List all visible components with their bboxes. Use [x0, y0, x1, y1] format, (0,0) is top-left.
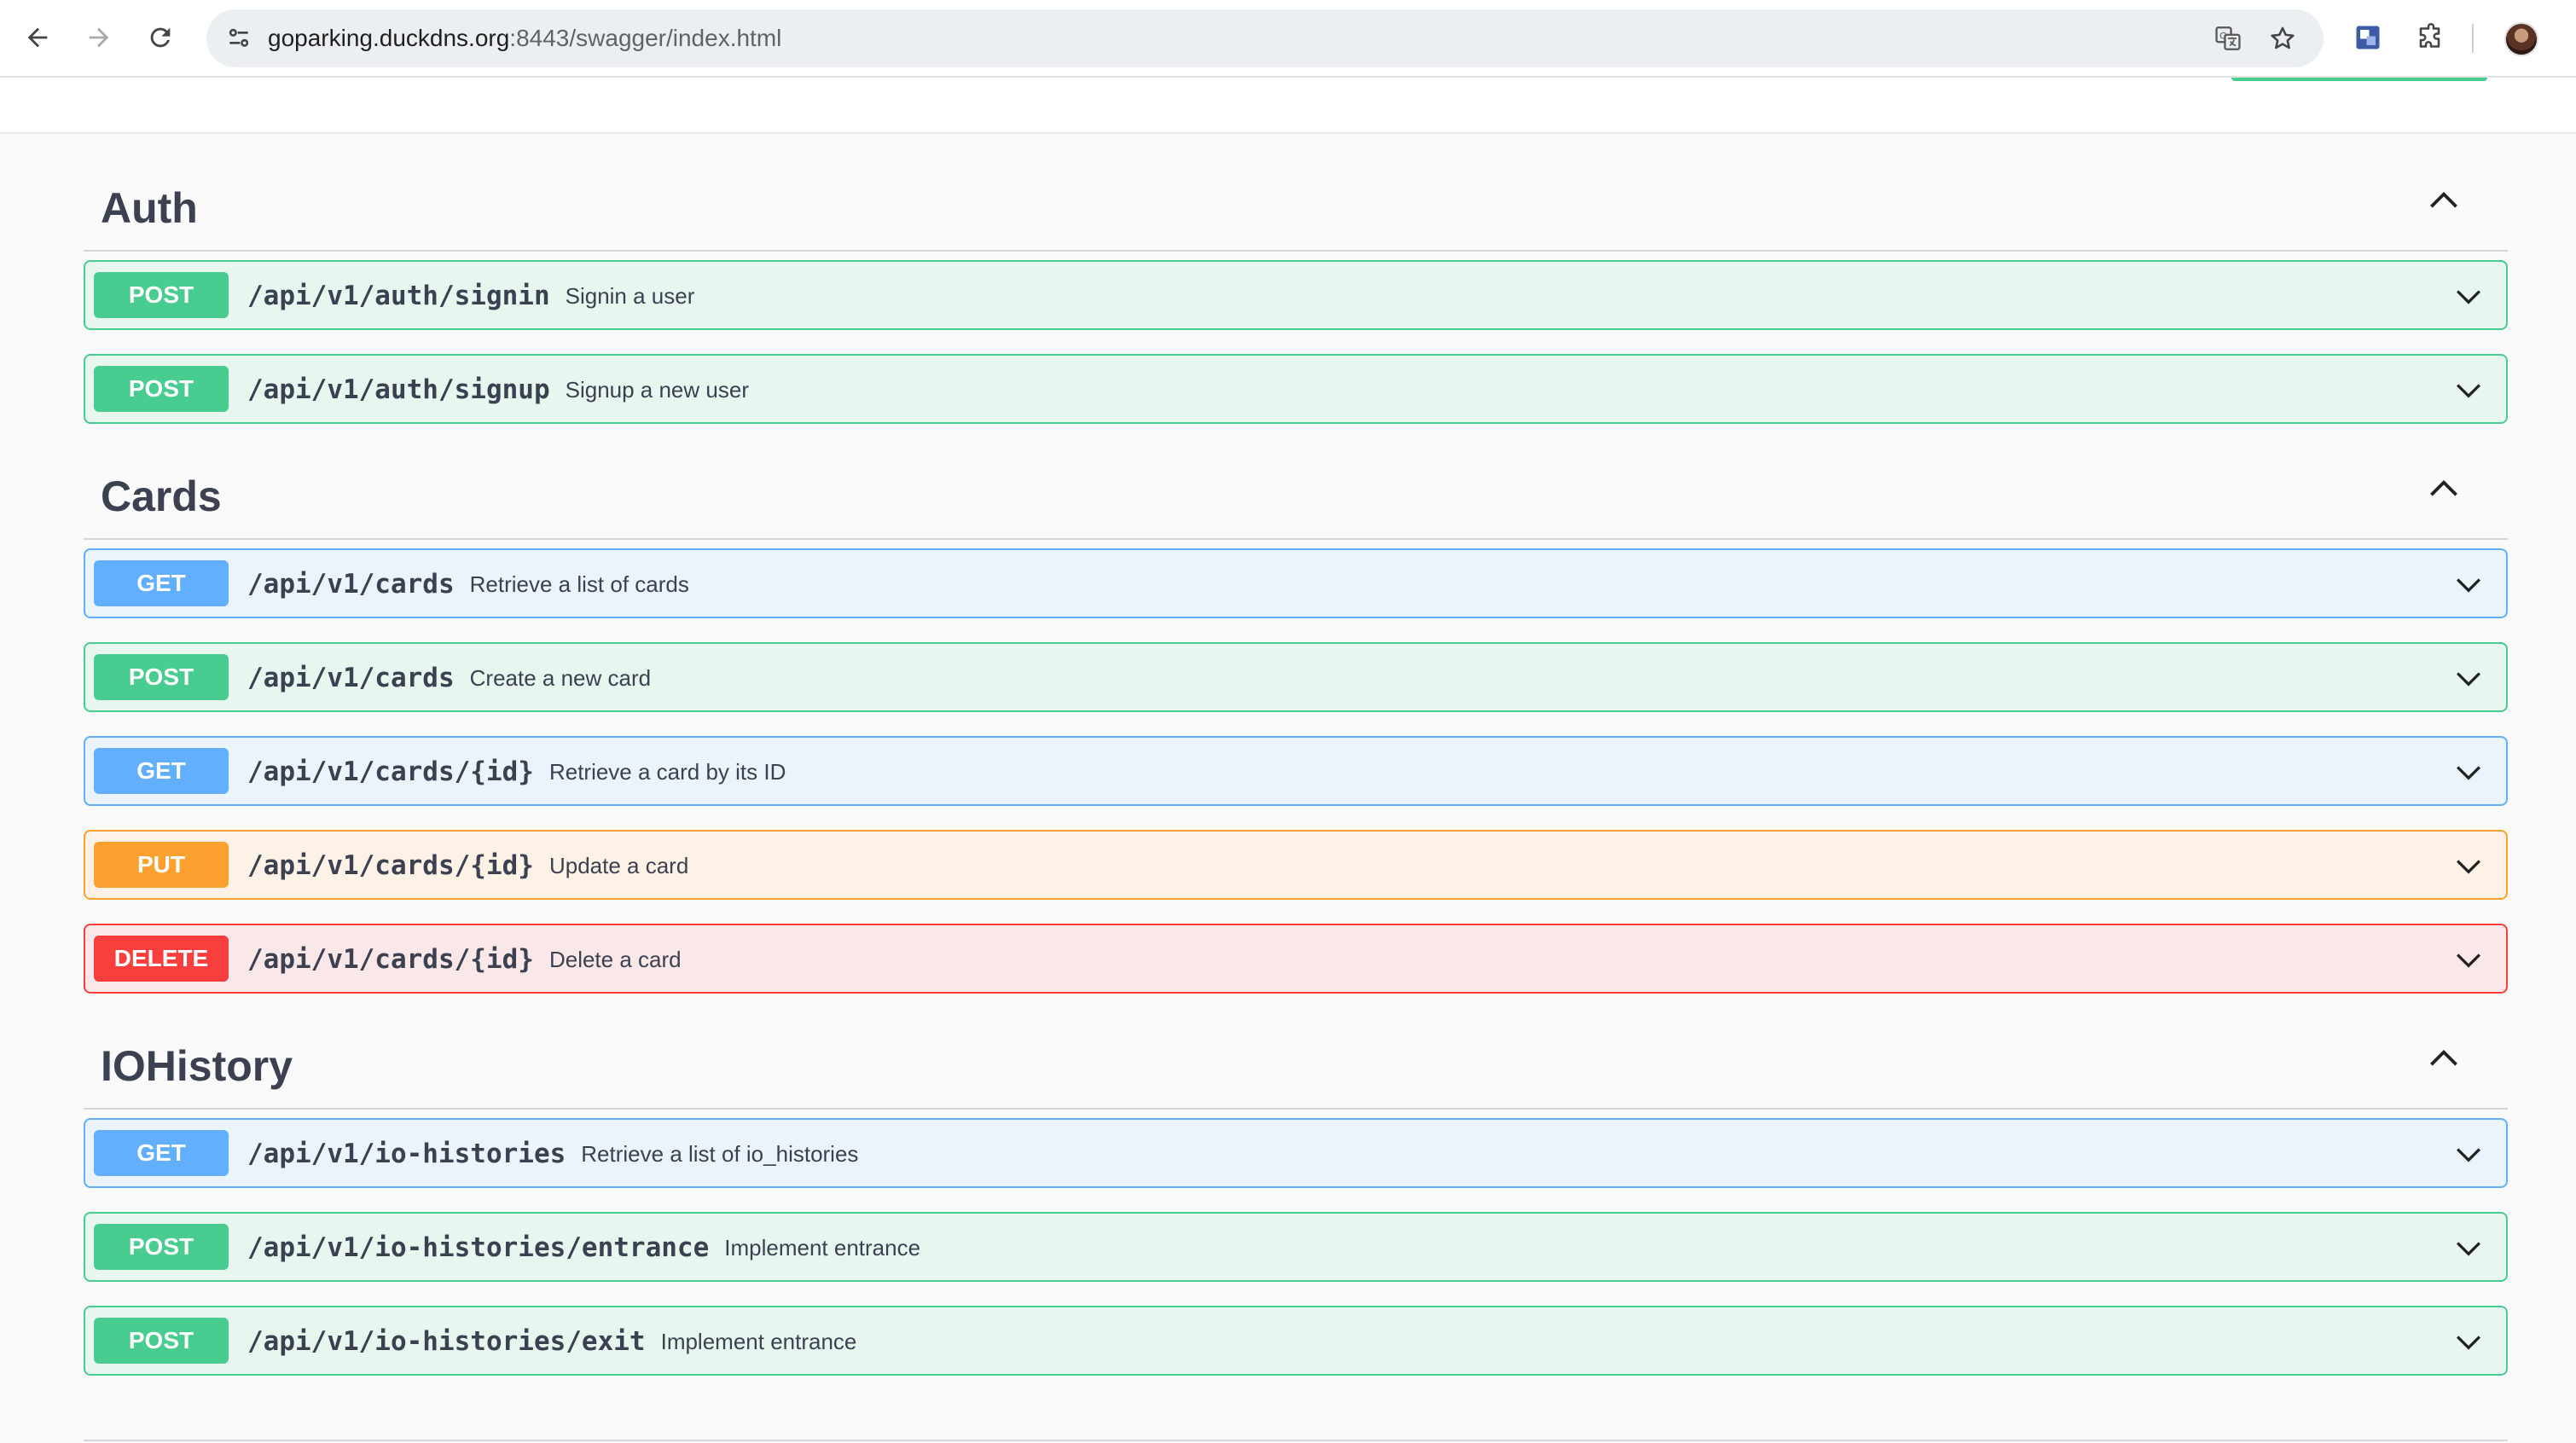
- section-divider: [84, 1440, 2508, 1441]
- avatar[interactable]: [2504, 22, 2538, 56]
- path-text: /api/v1/auth/signin: [247, 281, 550, 311]
- method-badge: GET: [94, 748, 229, 794]
- operation-summary: Retrieve a list of io_histories: [581, 1141, 859, 1167]
- operation-path: /api/v1/cards Retrieve a list of cards: [247, 567, 689, 601]
- chevron-down-icon[interactable]: [2450, 565, 2487, 603]
- method-badge: PUT: [94, 842, 229, 888]
- path-text: /api/v1/cards: [247, 569, 455, 600]
- operation-summary: Create a new card: [469, 665, 652, 691]
- extension-ext-icon[interactable]: [2349, 19, 2387, 56]
- chevron-down-icon[interactable]: [2450, 1323, 2487, 1360]
- operation-row[interactable]: POST /api/v1/io-histories/exit Implement …: [84, 1306, 2508, 1376]
- url-text: goparking.duckdns.org:8443/swagger/index…: [268, 23, 781, 54]
- url-path: :8443/swagger/index.html: [509, 25, 782, 51]
- url-host: goparking.duckdns.org: [268, 25, 510, 51]
- operation-summary: Retrieve a list of cards: [469, 571, 689, 597]
- chevron-down-icon[interactable]: [2450, 371, 2487, 409]
- path-text: /api/v1/cards/{id}: [247, 944, 534, 975]
- puzzle-icon[interactable]: [2412, 19, 2450, 56]
- section-title: IOHistory: [101, 1042, 293, 1090]
- operation-row[interactable]: PUT /api/v1/cards/{id} Update a card: [84, 830, 2508, 900]
- chevron-down-icon[interactable]: [2450, 847, 2487, 884]
- operation-path: /api/v1/io-histories Retrieve a list of i…: [247, 1137, 858, 1171]
- method-badge: POST: [94, 366, 229, 412]
- chevron-down-icon[interactable]: [2450, 753, 2487, 791]
- operation-summary: Implement entrance: [724, 1235, 921, 1260]
- method-badge: GET: [94, 560, 229, 606]
- operation-path: /api/v1/io-histories/entrance Implement e…: [247, 1231, 920, 1265]
- operation-row[interactable]: DELETE /api/v1/cards/{id} Delete a card: [84, 924, 2508, 994]
- section-title: Auth: [101, 184, 198, 232]
- method-badge: POST: [94, 1224, 229, 1270]
- operation-row[interactable]: GET /api/v1/io-histories Retrieve a list …: [84, 1118, 2508, 1188]
- operation-path: /api/v1/cards/{id} Update a card: [247, 849, 688, 883]
- path-text: /api/v1/cards/{id}: [247, 756, 534, 787]
- method-badge: POST: [94, 654, 229, 700]
- method-badge: POST: [94, 1318, 229, 1364]
- star-icon[interactable]: [2266, 21, 2300, 55]
- operation-row[interactable]: POST /api/v1/auth/signin Signin a user: [84, 260, 2508, 330]
- chevron-down-icon[interactable]: [2450, 941, 2487, 978]
- operation-path: /api/v1/auth/signup Signup a new user: [247, 373, 749, 407]
- operation-summary: Implement entrance: [660, 1329, 857, 1354]
- operation-row[interactable]: POST /api/v1/cards Create a new card: [84, 642, 2508, 712]
- forward-arrow-icon[interactable]: [80, 19, 118, 56]
- operation-path: /api/v1/cards Create a new card: [247, 661, 651, 695]
- translate-icon[interactable]: G: [2211, 21, 2245, 55]
- operation-row[interactable]: POST /api/v1/io-histories/entrance Implem…: [84, 1212, 2508, 1282]
- browser-toolbar: goparking.duckdns.org:8443/swagger/index…: [0, 0, 2576, 78]
- swagger-header-strip: [0, 78, 2576, 134]
- operation-path: /api/v1/io-histories/exit Implement entra…: [247, 1324, 856, 1359]
- authorize-button-edge[interactable]: [2231, 78, 2487, 81]
- operation-summary: Update a card: [548, 853, 689, 878]
- site-info-icon[interactable]: [222, 21, 256, 55]
- method-badge: POST: [94, 272, 229, 318]
- operation-summary: Signup a new user: [565, 377, 749, 403]
- operations-container: Auth POST /api/v1/auth/signin Signin a us…: [84, 134, 2508, 1376]
- method-badge: GET: [94, 1130, 229, 1176]
- section-title: Cards: [101, 472, 222, 520]
- chevron-down-icon[interactable]: [2450, 1229, 2487, 1266]
- path-text: /api/v1/io-histories/entrance: [247, 1232, 710, 1263]
- operation-path: /api/v1/cards/{id} Retrieve a card by its…: [247, 755, 786, 789]
- operation-row[interactable]: GET /api/v1/cards Retrieve a list of card…: [84, 548, 2508, 618]
- path-text: /api/v1/auth/signup: [247, 374, 550, 405]
- path-text: /api/v1/io-histories/exit: [247, 1326, 646, 1357]
- chevron-down-icon[interactable]: [2450, 277, 2487, 315]
- reload-icon[interactable]: [142, 19, 179, 56]
- chevron-down-icon[interactable]: [2450, 1135, 2487, 1173]
- operation-row[interactable]: POST /api/v1/auth/signup Signup a new use…: [84, 354, 2508, 424]
- path-text: /api/v1/cards/{id}: [247, 850, 534, 881]
- operation-path: /api/v1/auth/signin Signin a user: [247, 279, 694, 313]
- chevron-up-icon[interactable]: [2422, 1038, 2465, 1081]
- address-bar[interactable]: goparking.duckdns.org:8443/swagger/index…: [206, 9, 2324, 67]
- path-text: /api/v1/cards: [247, 663, 455, 693]
- path-text: /api/v1/io-histories: [247, 1139, 566, 1169]
- chevron-down-icon[interactable]: [2450, 659, 2487, 697]
- section-header-cards[interactable]: Cards: [84, 424, 2508, 540]
- section-header-iohistory[interactable]: IOHistory: [84, 994, 2508, 1110]
- operation-row[interactable]: GET /api/v1/cards/{id} Retrieve a card by…: [84, 736, 2508, 806]
- operation-summary: Delete a card: [548, 947, 682, 972]
- section-header-auth[interactable]: Auth: [84, 134, 2508, 252]
- back-arrow-icon[interactable]: [19, 19, 56, 56]
- chevron-up-icon[interactable]: [2422, 180, 2465, 223]
- operation-summary: Signin a user: [565, 283, 695, 309]
- chevron-up-icon[interactable]: [2422, 468, 2465, 511]
- operation-path: /api/v1/cards/{id} Delete a card: [247, 942, 682, 976]
- operation-summary: Retrieve a card by its ID: [548, 759, 786, 785]
- toolbar-divider: [2472, 24, 2474, 53]
- method-badge: DELETE: [94, 936, 229, 982]
